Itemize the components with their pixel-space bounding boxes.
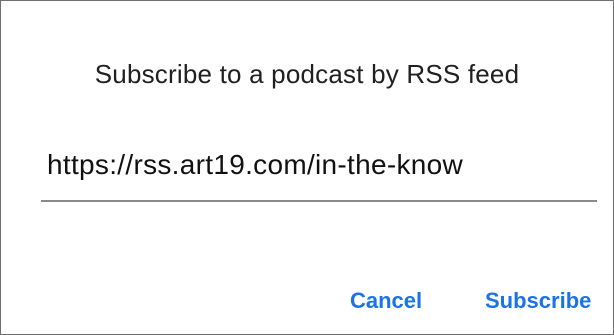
- input-underline: [41, 200, 597, 202]
- rss-url-input[interactable]: [47, 143, 595, 187]
- subscribe-button[interactable]: Subscribe: [485, 283, 613, 319]
- dialog-title: Subscribe to a podcast by RSS feed: [94, 59, 520, 89]
- rss-url-field: [41, 143, 597, 202]
- cancel-button[interactable]: Cancel: [350, 283, 440, 319]
- subscribe-rss-dialog: Subscribe to a podcast by RSS feed Cance…: [0, 0, 614, 335]
